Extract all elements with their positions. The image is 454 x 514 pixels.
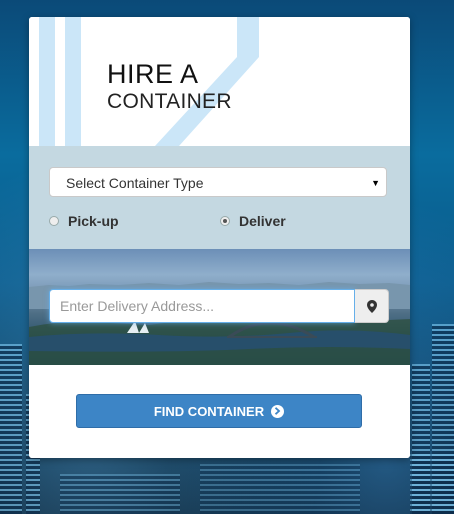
address-input-group (49, 289, 389, 323)
container-type-select[interactable]: Select Container Type ▼ (49, 167, 387, 197)
options-panel: Select Container Type ▼ Pick-up Deliver (29, 146, 410, 249)
pickup-label: Pick-up (68, 213, 119, 229)
dropdown-arrow-icon: ▼ (371, 178, 380, 188)
deliver-radio[interactable] (220, 216, 230, 226)
map-marker-icon (366, 299, 377, 313)
container-type-select-value: Select Container Type (66, 175, 204, 191)
hero-header: HIRE A CONTAINER (29, 17, 410, 146)
locate-button[interactable] (355, 289, 389, 323)
deliver-label: Deliver (239, 213, 286, 229)
chevron-circle-right-icon (271, 404, 285, 418)
address-panel (29, 249, 410, 365)
pickup-option[interactable]: Pick-up (49, 212, 119, 230)
pickup-radio[interactable] (49, 216, 59, 226)
deliver-option[interactable]: Deliver (220, 212, 286, 230)
hero-stripes-graphic (39, 17, 259, 146)
card-footer: FIND CONTAINER (29, 365, 410, 458)
page-title-line2: CONTAINER (107, 90, 232, 113)
delivery-address-input[interactable] (49, 289, 355, 323)
hire-container-card: HIRE A CONTAINER Select Container Type ▼… (29, 17, 410, 458)
find-container-button[interactable]: FIND CONTAINER (76, 394, 362, 428)
find-container-label: FIND CONTAINER (153, 403, 265, 419)
page-title-line1: HIRE A (107, 59, 199, 89)
